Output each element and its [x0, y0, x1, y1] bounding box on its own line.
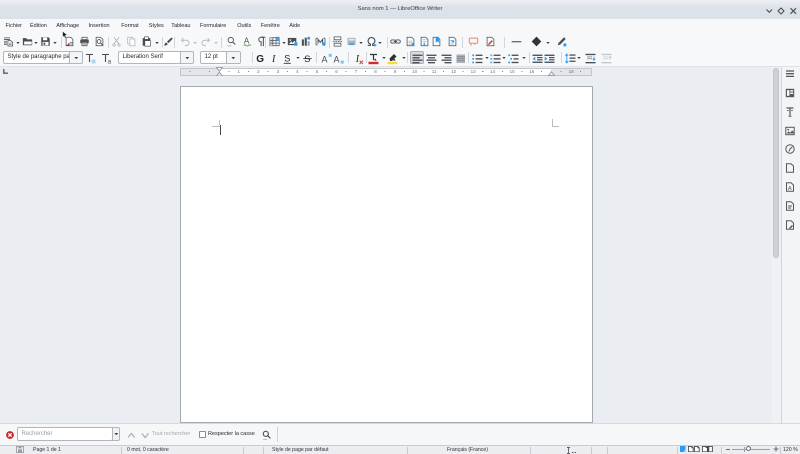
svg-text:A: A [244, 37, 250, 46]
svg-text:A: A [788, 186, 792, 192]
svg-text:A: A [334, 54, 340, 64]
svg-text:I: I [354, 54, 359, 65]
svg-text:G: G [256, 54, 264, 65]
svg-text:a: a [107, 58, 111, 65]
svg-text:S: S [284, 53, 290, 63]
svg-text:I: I [271, 54, 276, 65]
svg-text:A: A [322, 54, 328, 64]
